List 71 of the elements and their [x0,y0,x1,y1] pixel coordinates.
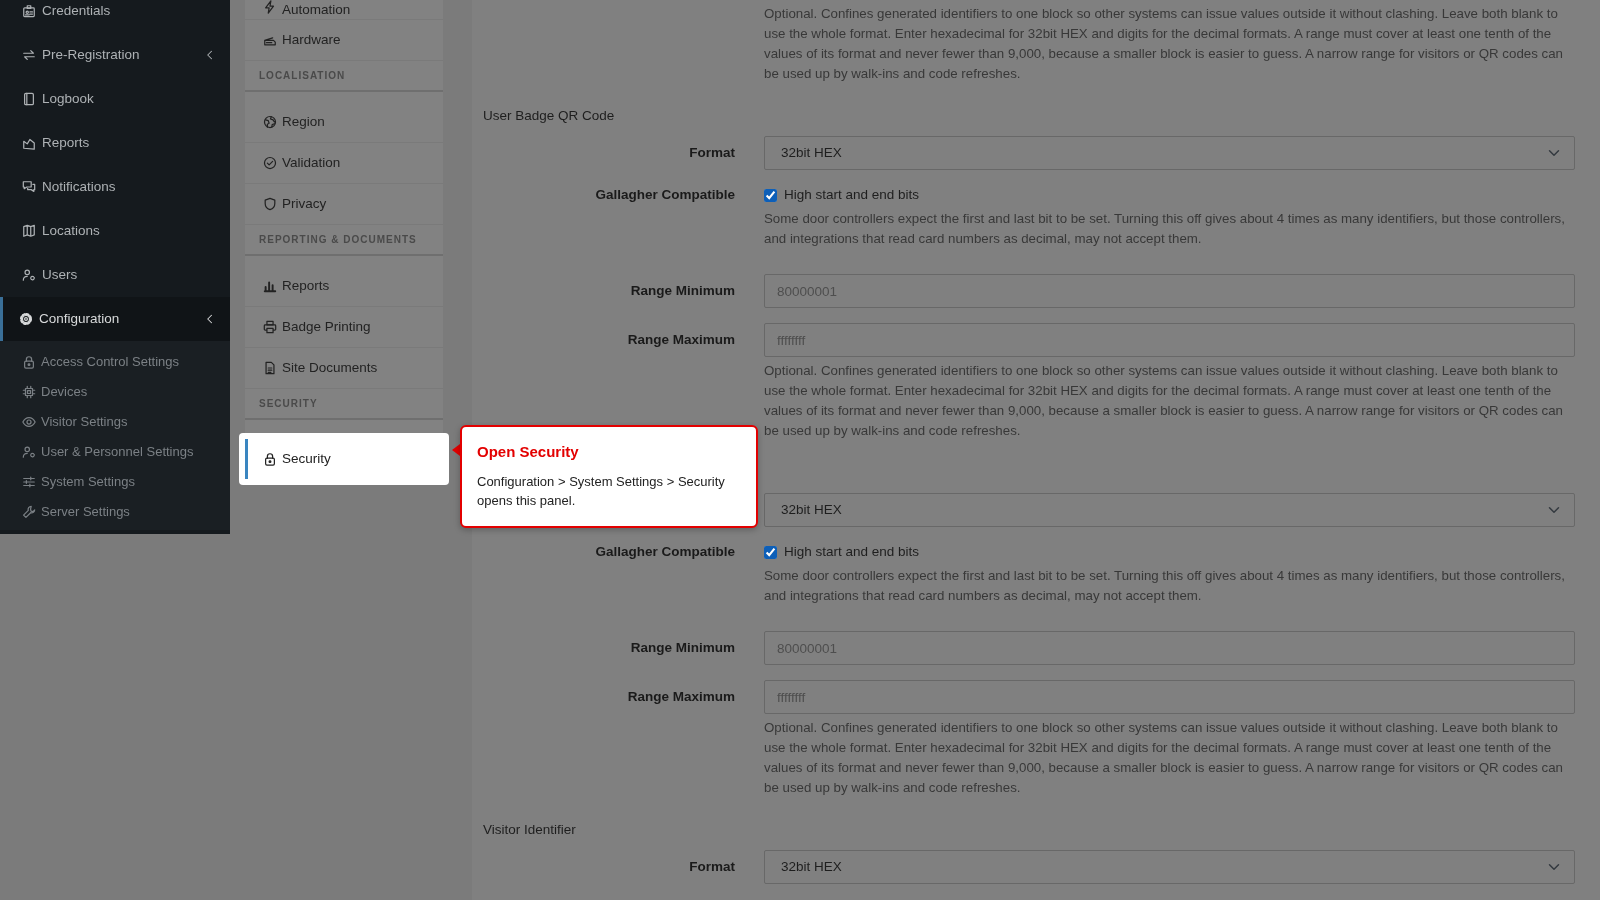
globe-icon [263,115,277,129]
field-label: Format [689,144,735,160]
document-icon [263,361,277,375]
section-heading: Visitor Identifier [483,821,577,839]
gear-icon [19,312,33,326]
user-gear-icon [22,268,36,282]
help-text: Optional. Confines generated identifiers to one block so other systems can issue values outside it without clashing. Leave both blank to use the whole format. Enter hexadecimal for 32bit HEX and digits for the decimal formats. A range must cover at least one tenth of the values of its format and never fewer than 9,000, because a smaller block is easier to guess. A narrow range for visitors or QR codes can be used up by walk-ins and code refreshes. [764,719,1564,797]
checkbox[interactable] [764,188,777,202]
settings-nav-item[interactable]: Hardware [245,20,443,61]
field-label: Range Minimum [630,283,735,298]
field-label: Format [689,858,735,874]
sidebar-item[interactable]: Locations [0,209,230,253]
sidebar-item[interactable]: Users [0,253,230,297]
settings-nav-item[interactable]: Privacy [245,184,443,225]
map-icon [22,224,36,238]
bar-chart-icon [263,279,277,293]
help-text: Optional. Confines generated identifiers to one block so other systems can issue values outside it without clashing. Leave both blank to use the whole format. Enter hexadecimal for 32bit HEX and digits for the decimal formats. A range must cover at least one tenth of the values of its format and never fewer than 9,000, because a smaller block is easier to guess. A narrow range for visitors or QR codes can be used up by walk-ins and code refreshes. [764,5,1564,83]
nav-section-heading: SECURITY [245,389,443,420]
submenu-item[interactable]: Access Control Settings [0,347,230,377]
format-select[interactable]: 32bit HEX [764,493,1575,527]
lock-icon [22,355,36,369]
submenu-item[interactable]: Visitor Settings [0,407,230,437]
sidebar-item[interactable]: Reports [0,121,230,165]
tooltip-title: Open Security [477,442,580,462]
id-card-icon [22,4,36,18]
swap-arrows-icon [22,48,36,62]
lock-icon [263,452,277,466]
check-circle-icon [263,156,277,170]
wrench-icon [22,505,36,519]
submenu-item[interactable]: System Settings [0,467,230,497]
help-text: Some door controllers expect the first and last bit to be set. Turning this off gives about 4 times as many identifiers, but those controllers, and integrations that read card numbers as decimal, may not accept them. [764,210,1566,248]
eye-icon [22,415,36,429]
sidebar-item[interactable]: Credentials [0,0,230,33]
field-label: Range Maximum [627,332,735,347]
settings-nav-item[interactable]: Validation [245,143,443,184]
submenu-item[interactable]: Devices [0,377,230,407]
field-label: Range Maximum [627,689,735,704]
sliders-icon [22,475,36,489]
checkbox-label[interactable]: High start and end bits [784,541,920,563]
user-gear-icon [22,445,36,459]
sidebar-item[interactable]: Notifications [0,165,230,209]
checkbox-label[interactable]: High start and end bits [784,184,920,206]
field-label: Gallagher Compatible [595,187,735,202]
chip-icon [22,385,36,399]
lightning-icon [263,0,277,14]
settings-nav-item[interactable]: Automation [245,0,443,20]
printer-icon [263,320,277,334]
sidebar-item[interactable]: Pre-Registration [0,33,230,77]
sidebar-item[interactable]: Logbook [0,77,230,121]
nav-section-heading: REPORTING & DOCUMENTS [245,225,443,256]
help-text: Optional. Confines generated identifiers to one block so other systems can issue values outside it without clashing. Leave both blank to use the whole format. Enter hexadecimal for 32bit HEX and digits for the decimal formats. A range must cover at least one tenth of the values of its format and never fewer than 9,000, because a smaller block is easier to guess. A narrow range for visitors or QR codes can be used up by walk-ins and code refreshes. [764,362,1564,440]
chat-icon [22,180,36,194]
field-label: Range Minimum [630,640,735,655]
book-icon [22,92,36,106]
sidebar-item[interactable]: Configuration [0,297,230,341]
settings-nav-item[interactable]: Badge Printing [245,307,443,348]
tooltip-text: Configuration > System Settings > Security opens this panel. [477,472,726,510]
chart-icon [22,136,36,150]
section-heading: User Badge QR Code [483,107,616,125]
field-label: Gallagher Compatible [595,544,735,559]
submenu-item[interactable]: Server Settings [0,497,230,527]
shield-icon [263,197,277,211]
settings-nav-item[interactable]: Region [245,102,443,143]
nav-section-heading: LOCALISATION [245,61,443,92]
checkbox[interactable] [764,545,777,559]
settings-nav-item[interactable]: Site Documents [245,348,443,389]
settings-nav-item[interactable]: Reports [245,266,443,307]
help-text: Some door controllers expect the first and last bit to be set. Turning this off gives about 4 times as many identifiers, but those controllers, and integrations that read card numbers as decimal, may not accept them. [764,567,1566,605]
submenu-item[interactable]: User & Personnel Settings [0,437,230,467]
format-select[interactable]: 32bit HEX [764,850,1575,884]
format-select[interactable]: 32bit HEX [764,136,1575,170]
